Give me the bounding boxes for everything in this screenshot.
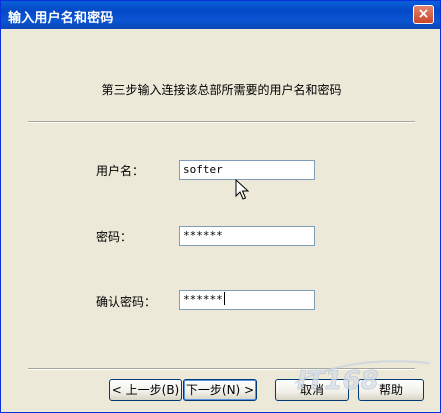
- wizard-window: 输入用户名和密码 × 第三步输入连接该总部所需要的用户名和密码 用户名： sof…: [0, 0, 441, 413]
- back-button[interactable]: < 上一步(B): [109, 379, 182, 401]
- window-title: 输入用户名和密码: [8, 11, 114, 26]
- next-button[interactable]: 下一步(N) >: [183, 379, 257, 401]
- confirm-password-value: ******: [183, 293, 223, 306]
- close-button[interactable]: ×: [413, 5, 434, 24]
- username-label: 用户名：: [96, 164, 145, 178]
- confirm-password-label: 确认密码：: [96, 295, 157, 309]
- username-value: softer: [183, 163, 223, 176]
- bottom-divider: [28, 368, 415, 370]
- help-button[interactable]: 帮助: [358, 379, 424, 401]
- password-value: ******: [183, 229, 223, 242]
- cancel-button[interactable]: 取消: [275, 379, 349, 401]
- title-bar[interactable]: 输入用户名和密码 ×: [1, 1, 440, 29]
- step-instruction: 第三步输入连接该总部所需要的用户名和密码: [101, 83, 342, 97]
- password-field[interactable]: ******: [179, 226, 315, 246]
- confirm-password-field[interactable]: ******: [179, 290, 315, 310]
- text-caret: [223, 292, 225, 305]
- close-icon: ×: [417, 6, 430, 22]
- username-field[interactable]: softer: [179, 160, 315, 180]
- top-divider: [28, 121, 415, 123]
- password-label: 密码：: [96, 230, 133, 244]
- mouse-pointer-icon: [235, 178, 250, 205]
